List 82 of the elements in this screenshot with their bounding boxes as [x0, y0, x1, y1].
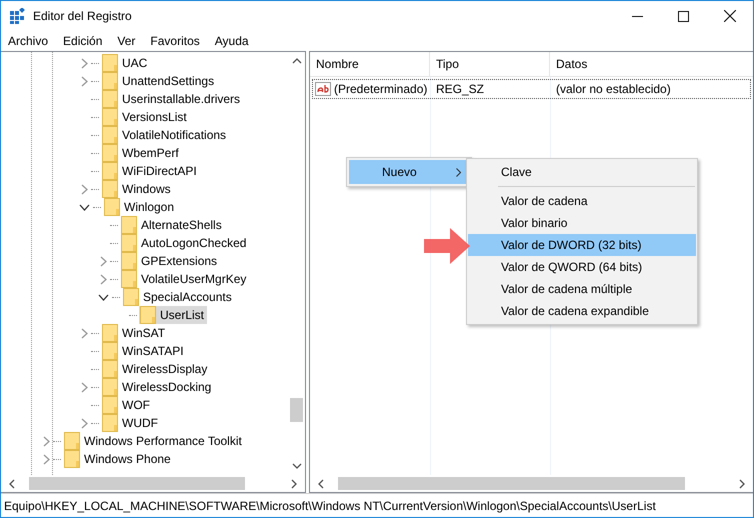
- tree-item[interactable]: VolatileNotifications: [101, 126, 230, 144]
- tree-item[interactable]: WOF: [101, 396, 153, 414]
- scroll-left-icon[interactable]: [318, 478, 324, 488]
- table-cell-text: (valor no establecido): [555, 82, 672, 96]
- tree-item[interactable]: SpecialAccounts: [122, 288, 235, 306]
- folder-icon: [102, 180, 118, 198]
- folder-icon: [104, 198, 120, 216]
- tree-item[interactable]: WUDF: [101, 414, 161, 432]
- maximize-icon[interactable]: [678, 10, 689, 22]
- tree-item[interactable]: AutoLogonChecked: [120, 234, 250, 252]
- menu-item[interactable]: Edición: [63, 34, 102, 48]
- folder-icon: [102, 162, 118, 180]
- string-value-icon: [315, 82, 331, 96]
- folder-icon: [102, 414, 118, 432]
- table-cell-text: REG_SZ: [435, 82, 486, 96]
- tree-item[interactable]: WiFiDirectAPI: [101, 162, 200, 180]
- folder-icon: [102, 396, 118, 414]
- menu-item[interactable]: Favoritos: [150, 34, 200, 48]
- folder-icon: [64, 432, 80, 450]
- tree-item[interactable]: WinSATAPI: [101, 342, 187, 360]
- tree-item[interactable]: UAC: [101, 54, 150, 72]
- folder-icon: [121, 234, 137, 252]
- menu-item[interactable]: Valor de cadena múltiple: [468, 278, 696, 300]
- registry-path: Equipo\HKEY_LOCAL_MACHINE\SOFTWARE\Microsoft\Windows NT\CurrentVersion\Winlogon\SpecialAccounts\UserList: [4, 499, 656, 513]
- menu-item[interactable]: Ayuda: [214, 34, 249, 48]
- tree-item[interactable]: WirelessDocking: [101, 378, 214, 396]
- scroll-right-icon[interactable]: [739, 478, 745, 488]
- tree-item[interactable]: Windows Performance Toolkit: [63, 432, 245, 450]
- scroll-right-icon[interactable]: [291, 478, 297, 488]
- scroll-left-icon[interactable]: [9, 478, 15, 488]
- folder-icon: [102, 72, 118, 90]
- table-row[interactable]: (Predeterminado) REG_SZ (valor no establecido): [312, 79, 751, 99]
- folder-icon: [121, 252, 137, 270]
- scrollbar-thumb[interactable]: [29, 477, 245, 490]
- tree-item[interactable]: WbemPerf: [101, 144, 182, 162]
- menu-item[interactable]: Valor de DWORD (32 bits): [468, 234, 696, 256]
- folder-icon: [121, 216, 137, 234]
- menu-item[interactable]: Archivo: [8, 34, 48, 48]
- folder-icon: [123, 288, 139, 306]
- folder-icon: [102, 378, 118, 396]
- menu-item[interactable]: Valor de QWORD (64 bits): [468, 256, 696, 278]
- column-header[interactable]: Datos: [550, 52, 753, 76]
- tree-item[interactable]: AlternateShells: [120, 216, 225, 234]
- tree-item[interactable]: VersionsList: [101, 108, 190, 126]
- folder-icon: [102, 342, 118, 360]
- menu-item[interactable]: Valor binario: [468, 212, 696, 234]
- table-cell: (Predeterminado): [334, 82, 428, 96]
- window-title: Editor del Registro: [33, 9, 132, 23]
- tree-item[interactable]: WinSAT: [101, 324, 168, 342]
- folder-icon: [102, 144, 118, 162]
- tree-item[interactable]: Windows Phone: [63, 450, 174, 468]
- folder-icon: [102, 324, 118, 342]
- folder-icon: [140, 306, 156, 324]
- pointer-arrow: [424, 228, 470, 264]
- tree-item[interactable]: UserList: [139, 306, 208, 324]
- column-header[interactable]: Nombre: [310, 52, 430, 76]
- tree-item[interactable]: Windows: [101, 180, 174, 198]
- tree-item[interactable]: WirelessDisplay: [101, 360, 210, 378]
- tree-item[interactable]: VolatileUserMgrKey: [120, 270, 250, 288]
- folder-icon: [102, 90, 118, 108]
- tree-item[interactable]: Winlogon: [103, 198, 178, 216]
- folder-icon: [121, 270, 137, 288]
- folder-icon: [102, 126, 118, 144]
- tree-item[interactable]: GPExtensions: [120, 252, 220, 270]
- registry-icon: [9, 8, 25, 24]
- close-icon[interactable]: [724, 10, 736, 22]
- menu-item[interactable]: Valor de cadena: [468, 190, 696, 212]
- scrollbar-thumb[interactable]: [290, 398, 303, 422]
- folder-icon: [102, 108, 118, 126]
- column-header[interactable]: Tipo: [430, 52, 550, 76]
- menu-item[interactable]: Valor de cadena expandible: [468, 300, 696, 322]
- tree-item[interactable]: UnattendSettings: [101, 72, 218, 90]
- scrollbar-thumb[interactable]: [338, 477, 686, 490]
- tree-item[interactable]: Userinstallable.drivers: [101, 90, 244, 108]
- scroll-up-icon[interactable]: [292, 58, 302, 64]
- menu-item[interactable]: Clave: [468, 161, 696, 183]
- folder-icon: [102, 360, 118, 378]
- scroll-down-icon[interactable]: [292, 463, 302, 469]
- folder-icon: [64, 450, 80, 468]
- menu-item[interactable]: Ver: [117, 34, 136, 48]
- menu-item[interactable]: Nuevo: [349, 160, 469, 184]
- folder-icon: [102, 54, 118, 72]
